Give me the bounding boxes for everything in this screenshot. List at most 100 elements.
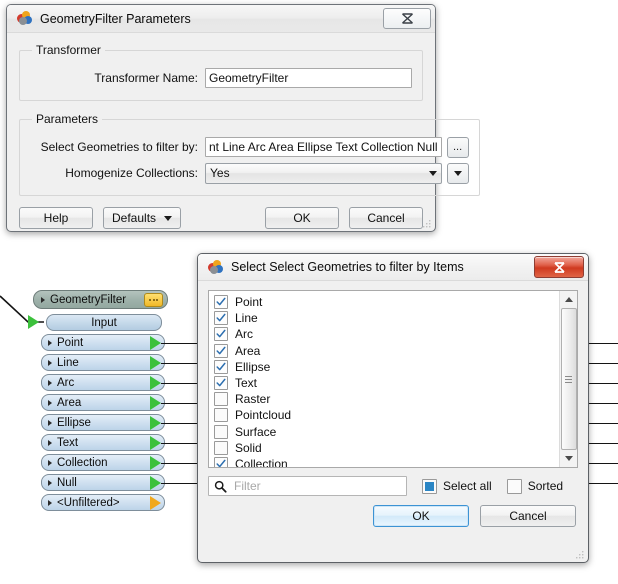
fme-transformer-icon xyxy=(207,259,224,275)
list-item[interactable]: Collection xyxy=(214,456,559,467)
checkbox-unchecked[interactable] xyxy=(214,424,228,439)
ok-button[interactable]: OK xyxy=(265,207,339,229)
node-port-label: <Unfiltered> xyxy=(57,496,120,509)
node-port-ellipse[interactable]: Ellipse xyxy=(41,414,165,431)
chevron-down-icon xyxy=(428,170,437,176)
node-menu-button[interactable] xyxy=(144,292,163,307)
list-item[interactable]: Arc xyxy=(214,326,559,342)
checkbox-checked[interactable] xyxy=(214,359,228,374)
scrollbar-track[interactable] xyxy=(560,308,577,450)
list-item[interactable]: Point xyxy=(214,294,559,310)
node-port-input[interactable]: Input xyxy=(46,314,162,331)
help-button[interactable]: Help xyxy=(19,207,93,229)
select-geometries-browse-button[interactable]: ... xyxy=(446,136,469,158)
resize-grip-icon[interactable] xyxy=(574,549,585,560)
filter-input[interactable] xyxy=(232,478,401,494)
homogenize-collections-label: Homogenize Collections: xyxy=(65,166,198,180)
homogenize-collections-row: Homogenize Collections: Yes xyxy=(30,162,469,184)
ok-button[interactable]: OK xyxy=(373,505,469,527)
transformer-name-input[interactable]: GeometryFilter xyxy=(205,68,412,88)
checkbox-checked[interactable] xyxy=(214,311,228,326)
scroll-down-button[interactable] xyxy=(561,450,577,467)
checkbox-unchecked[interactable] xyxy=(214,392,228,407)
expand-triangle-icon xyxy=(48,479,52,486)
triangle-down-icon xyxy=(564,456,573,461)
node-port-point[interactable]: Point xyxy=(41,334,165,351)
defaults-button[interactable]: Defaults xyxy=(103,207,182,229)
list-item[interactable]: Surface xyxy=(214,424,559,440)
list-item-label: Arc xyxy=(235,327,253,342)
filter-input-wrapper[interactable] xyxy=(208,476,407,496)
chevron-down-icon xyxy=(453,170,462,176)
checkbox-checked[interactable] xyxy=(214,376,228,391)
select-all-option[interactable]: Select all xyxy=(422,478,492,494)
node-port-null[interactable]: Null xyxy=(41,474,165,491)
items-list[interactable]: Point Line Arc Area Ellipse Text Raster Pointcl… xyxy=(209,291,559,467)
items-list-scrollbar[interactable] xyxy=(559,291,577,467)
list-item[interactable]: Raster xyxy=(214,391,559,407)
list-item[interactable]: Solid xyxy=(214,440,559,456)
homogenize-collections-dropdown-button[interactable] xyxy=(446,162,469,184)
filter-row: Select all Sorted xyxy=(208,476,578,496)
node-port-area[interactable]: Area xyxy=(41,394,165,411)
select-geometries-input[interactable]: nt Line Arc Area Ellipse Text Collection… xyxy=(205,137,442,157)
list-item-label: Text xyxy=(235,376,258,391)
sorted-checkbox[interactable] xyxy=(506,478,522,494)
node-port-arrow-icon xyxy=(150,415,161,430)
input-port-arrow-icon xyxy=(28,315,39,329)
checkbox-checked[interactable] xyxy=(214,456,228,467)
dialog2-title-bar[interactable]: Select Select Geometries to filter by It… xyxy=(198,254,588,281)
expand-triangle-icon xyxy=(48,459,52,466)
close-icon[interactable] xyxy=(534,256,584,278)
select-geometries-label: Select Geometries to filter by: xyxy=(40,140,198,154)
select-items-dialog: Select Select Geometries to filter by It… xyxy=(197,253,589,563)
node-title: GeometryFilter xyxy=(50,293,127,306)
transformer-group: Transformer Transformer Name: GeometryFi… xyxy=(19,43,423,101)
fme-transformer-icon xyxy=(16,11,33,26)
checkbox-unchecked[interactable] xyxy=(214,440,228,455)
node-port-line[interactable]: Line xyxy=(41,354,165,371)
select-all-checkbox[interactable] xyxy=(422,478,437,494)
checkbox-checked[interactable] xyxy=(214,295,228,310)
list-item[interactable]: Pointcloud xyxy=(214,407,559,423)
node-port-label: Text xyxy=(57,436,79,449)
list-item[interactable]: Line xyxy=(214,310,559,326)
node-port-collection[interactable]: Collection xyxy=(41,454,165,471)
dialog1-title: GeometryFilter Parameters xyxy=(40,11,191,26)
node-geometryfilter-header[interactable]: GeometryFilter xyxy=(33,290,168,309)
scroll-up-button[interactable] xyxy=(561,291,577,308)
list-item[interactable]: Text xyxy=(214,375,559,391)
list-item-label: Surface xyxy=(235,424,277,439)
list-item[interactable]: Area xyxy=(214,343,559,359)
node-port-text[interactable]: Text xyxy=(41,434,165,451)
scrollbar-thumb[interactable] xyxy=(560,308,577,450)
sorted-option[interactable]: Sorted xyxy=(506,478,563,494)
node-port-label: Null xyxy=(57,476,77,489)
transformer-name-row: Transformer Name: GeometryFilter xyxy=(30,67,412,89)
dialog2-button-bar: OK Cancel xyxy=(208,505,578,527)
list-item-label: Area xyxy=(235,343,261,358)
expand-triangle-icon xyxy=(48,339,52,346)
list-item[interactable]: Ellipse xyxy=(214,359,559,375)
checkbox-unchecked[interactable] xyxy=(214,408,228,423)
expand-triangle-icon xyxy=(48,419,52,426)
dialog2-body: Point Line Arc Area Ellipse Text Raster Pointcl… xyxy=(198,281,588,536)
checkbox-checked[interactable] xyxy=(214,343,228,358)
dialog1-title-bar[interactable]: GeometryFilter Parameters xyxy=(7,5,435,33)
checkbox-checked[interactable] xyxy=(214,327,228,342)
node-port-label: Line xyxy=(57,356,79,369)
homogenize-collections-select[interactable]: Yes xyxy=(205,162,442,184)
resize-grip-icon[interactable] xyxy=(421,218,432,229)
close-icon[interactable] xyxy=(383,8,431,29)
list-item-label: Ellipse xyxy=(235,359,271,374)
search-icon xyxy=(214,480,227,493)
cancel-button[interactable]: Cancel xyxy=(480,505,576,527)
items-list-container: Point Line Arc Area Ellipse Text Raster Pointcl… xyxy=(208,290,578,468)
node-port-unfiltered[interactable]: <Unfiltered> xyxy=(41,494,165,511)
geometryfilter-parameters-dialog: GeometryFilter Parameters Transformer Tr… xyxy=(6,4,480,232)
expand-triangle-icon xyxy=(48,499,52,506)
chevron-down-icon xyxy=(164,215,173,221)
cancel-button[interactable]: Cancel xyxy=(349,207,423,229)
defaults-button-label: Defaults xyxy=(112,211,157,225)
node-port-arc[interactable]: Arc xyxy=(41,374,165,391)
